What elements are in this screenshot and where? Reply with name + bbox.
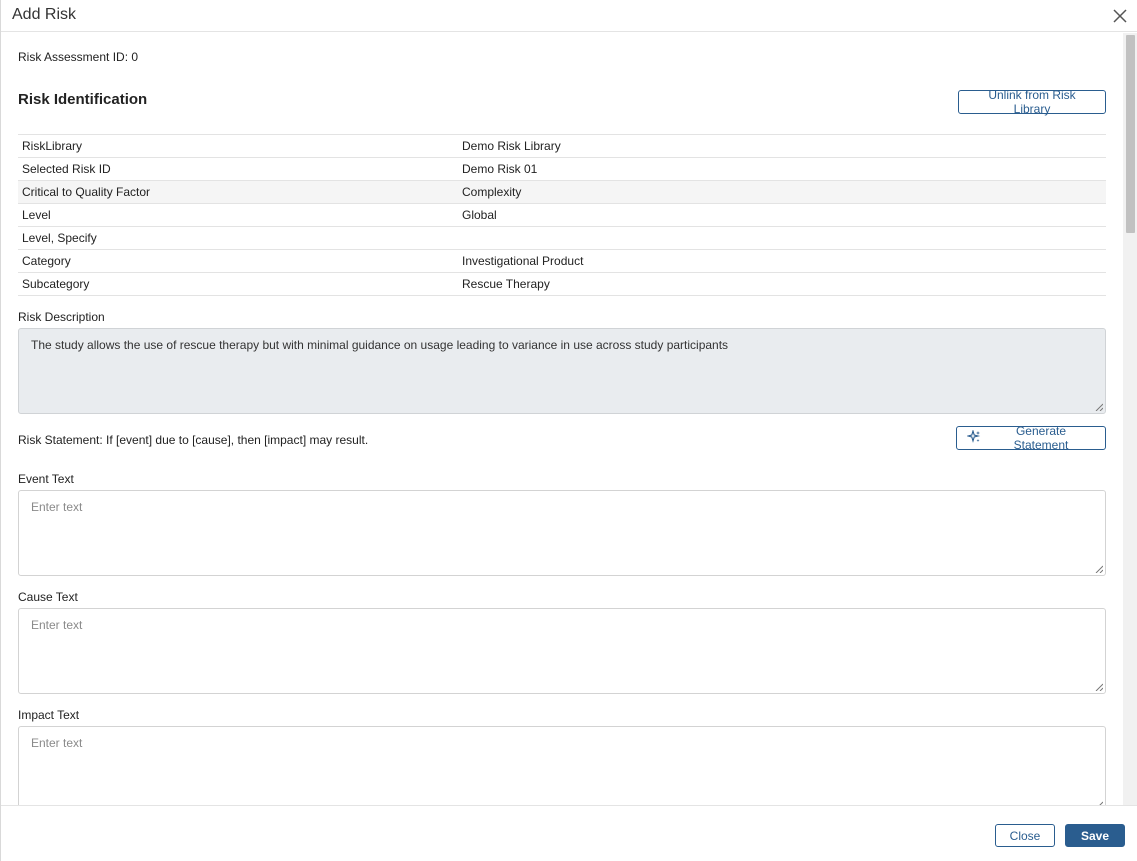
resize-handle-icon[interactable]: [1095, 403, 1103, 411]
risk-description-field: The study allows the use of rescue thera…: [18, 328, 1106, 414]
event-text-label: Event Text: [18, 472, 74, 486]
resize-handle-icon[interactable]: [1095, 683, 1103, 691]
dialog-footer: Close Save: [1, 805, 1137, 861]
add-risk-dialog: Add Risk Risk Assessment ID: 0 Risk Iden…: [0, 0, 1137, 861]
row-value: Investigational Product: [458, 249, 1106, 273]
row-value: Rescue Therapy: [458, 272, 1106, 296]
dialog-body: Risk Assessment ID: 0 Risk Identificatio…: [1, 33, 1124, 805]
row-key: Category: [18, 249, 458, 273]
row-key: Critical to Quality Factor: [18, 180, 458, 204]
save-button[interactable]: Save: [1065, 824, 1125, 847]
dialog-title: Add Risk: [12, 6, 77, 23]
table-row: Level, Specify: [18, 226, 1106, 250]
scrollbar-thumb[interactable]: [1126, 35, 1135, 233]
risk-assessment-id: Risk Assessment ID: 0: [18, 50, 139, 64]
table-row: Selected Risk ID Demo Risk 01: [18, 157, 1106, 181]
table-row: Subcategory Rescue Therapy: [18, 272, 1106, 296]
cause-text-label: Cause Text: [18, 590, 78, 604]
row-value: Demo Risk 01: [458, 157, 1106, 181]
sparkle-icon: [965, 428, 981, 447]
risk-statement-text: Risk Statement: If [event] due to [cause…: [18, 433, 369, 447]
row-value: [458, 226, 1106, 250]
vertical-scrollbar[interactable]: [1123, 33, 1137, 805]
close-icon[interactable]: [1110, 6, 1130, 26]
close-button[interactable]: Close: [995, 824, 1055, 847]
table-row: Critical to Quality Factor Complexity: [18, 180, 1106, 204]
impact-text-placeholder: Enter text: [31, 736, 83, 750]
row-value: Complexity: [458, 180, 1106, 204]
row-key: Selected Risk ID: [18, 157, 458, 181]
generate-statement-button[interactable]: Generate Statement: [956, 424, 1106, 452]
resize-handle-icon[interactable]: [1095, 565, 1103, 573]
row-key: Level, Specify: [18, 226, 458, 250]
risk-description-label: Risk Description: [18, 310, 105, 324]
row-key: Level: [18, 203, 458, 227]
risk-description-text: The study allows the use of rescue thera…: [31, 338, 729, 352]
cause-text-input[interactable]: Enter text: [18, 608, 1106, 694]
row-key: RiskLibrary: [18, 134, 458, 158]
row-value: Global: [458, 203, 1106, 227]
row-key: Subcategory: [18, 272, 458, 296]
section-title-risk-identification: Risk Identification: [18, 91, 148, 108]
event-text-placeholder: Enter text: [31, 500, 83, 514]
row-value: Demo Risk Library: [458, 134, 1106, 158]
dialog-header: Add Risk: [1, 0, 1137, 32]
impact-text-input[interactable]: Enter text: [18, 726, 1106, 805]
unlink-from-library-button[interactable]: Unlink from Risk Library: [958, 88, 1106, 116]
table-row: RiskLibrary Demo Risk Library: [18, 134, 1106, 158]
generate-statement-label: Generate Statement: [1013, 424, 1069, 452]
cause-text-placeholder: Enter text: [31, 618, 83, 632]
table-row: Level Global: [18, 203, 1106, 227]
event-text-input[interactable]: Enter text: [18, 490, 1106, 576]
impact-text-label: Impact Text: [18, 708, 80, 722]
table-row: Category Investigational Product: [18, 249, 1106, 273]
risk-info-table: RiskLibrary Demo Risk Library Selected R…: [18, 134, 1106, 296]
